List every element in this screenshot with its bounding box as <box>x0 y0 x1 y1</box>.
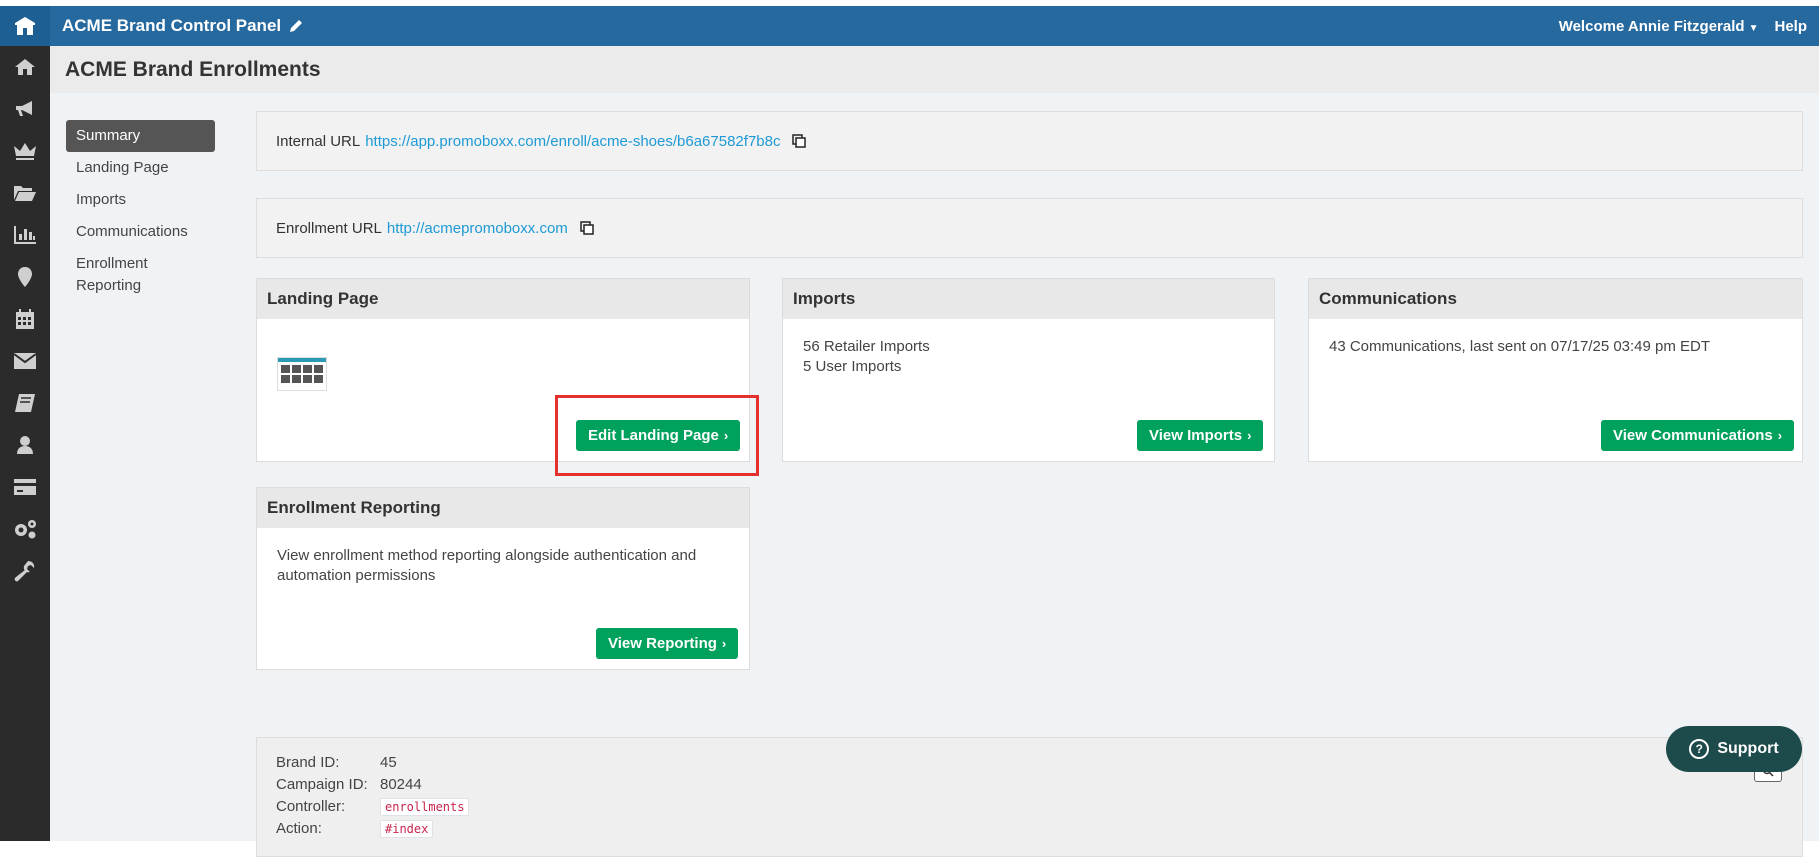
landing-page-thumbnail[interactable] <box>277 357 327 391</box>
card-title: Imports <box>783 279 1274 319</box>
wrench-icon[interactable] <box>0 550 50 592</box>
card-title: Communications <box>1309 279 1802 319</box>
brand-id-value: 45 <box>380 754 397 771</box>
sub-navigation: Summary Landing Page Imports Communicati… <box>66 120 216 302</box>
retailer-imports-count: 56 Retailer Imports <box>803 338 930 355</box>
action-value: #index <box>380 820 434 838</box>
enrollment-url-box: Enrollment URL http://acmepromoboxx.com <box>256 198 1803 258</box>
copy-icon[interactable] <box>792 134 807 148</box>
internal-url-link[interactable]: https://app.promoboxx.com/enroll/acme-sh… <box>365 133 780 150</box>
button-label: View Imports <box>1149 427 1243 444</box>
map-pin-icon[interactable] <box>0 256 50 298</box>
reporting-description: View enrollment method reporting alongsi… <box>277 547 697 584</box>
brand-id-label: Brand ID: <box>276 754 340 771</box>
action-label: Action: <box>276 820 322 837</box>
user-imports-count: 5 User Imports <box>803 358 902 375</box>
internal-url-label: Internal URL <box>276 132 361 150</box>
bar-chart-icon[interactable] <box>0 214 50 256</box>
gears-icon[interactable] <box>0 508 50 550</box>
enrollment-url-link[interactable]: http://acmepromoboxx.com <box>387 220 568 237</box>
book-icon[interactable] <box>0 382 50 424</box>
support-button[interactable]: ? Support <box>1666 726 1802 772</box>
button-label: View Reporting <box>608 635 717 652</box>
folder-open-icon[interactable] <box>0 172 50 214</box>
icon-sidebar <box>0 6 50 841</box>
highlight-box <box>555 395 759 476</box>
caret-down-icon: ▼ <box>1748 22 1759 34</box>
chevron-right-icon: › <box>1777 428 1783 443</box>
view-reporting-button[interactable]: View Reporting › <box>596 628 739 659</box>
campaign-id-label: Campaign ID: <box>276 776 368 793</box>
controller-row: Controller: enrollments <box>276 798 470 816</box>
campaign-id-row: Campaign ID: 80244 <box>276 776 422 793</box>
question-circle-icon: ? <box>1689 739 1710 759</box>
envelope-icon[interactable] <box>0 340 50 382</box>
communications-summary: 43 Communications, last sent on 07/17/25… <box>1329 338 1711 355</box>
enrollment-reporting-card: Enrollment Reporting View enrollment met… <box>256 487 750 670</box>
logo-icon[interactable] <box>0 6 50 46</box>
button-label: View Communications <box>1613 427 1773 444</box>
subnav-item-imports[interactable]: Imports <box>66 184 216 216</box>
brand-id-row: Brand ID: 45 <box>276 754 397 771</box>
subnav-item-communications[interactable]: Communications <box>66 216 216 248</box>
welcome-text: Welcome Annie Fitzgerald <box>1558 17 1745 35</box>
help-link[interactable]: Help <box>1774 18 1807 35</box>
calendar-icon[interactable] <box>0 298 50 340</box>
view-imports-button[interactable]: View Imports › <box>1137 420 1264 451</box>
view-communications-button[interactable]: View Communications › <box>1601 420 1795 451</box>
subnav-item-summary[interactable]: Summary <box>66 120 215 152</box>
controller-value: enrollments <box>380 798 470 816</box>
credit-card-icon[interactable] <box>0 466 50 508</box>
pencil-icon[interactable] <box>289 19 303 33</box>
main-content: Summary Landing Page Imports Communicati… <box>50 93 1819 841</box>
action-row: Action: #index <box>276 820 434 838</box>
imports-card: Imports 56 Retailer Imports 5 User Impor… <box>782 278 1275 462</box>
chevron-right-icon: › <box>1247 428 1252 443</box>
subnav-item-enrollment-reporting[interactable]: Enrollment Reporting <box>66 248 186 302</box>
card-title: Enrollment Reporting <box>257 488 749 528</box>
page-title: ACME Brand Enrollments <box>50 46 1819 93</box>
megaphone-icon[interactable] <box>0 88 50 130</box>
debug-info-box: Brand ID: 45 Campaign ID: 80244 Controll… <box>256 737 1803 857</box>
internal-url-box: Internal URL https://app.promoboxx.com/e… <box>256 111 1803 171</box>
user-menu[interactable]: Welcome Annie Fitzgerald ▼ <box>1559 18 1759 35</box>
enrollment-url-label: Enrollment URL <box>276 219 382 237</box>
copy-icon[interactable] <box>580 221 594 235</box>
support-label: Support <box>1717 740 1779 757</box>
communications-card: Communications 43 Communications, last s… <box>1308 278 1803 462</box>
subnav-item-landing-page[interactable]: Landing Page <box>66 152 216 184</box>
campaign-id-value: 80244 <box>380 776 422 793</box>
card-title: Landing Page <box>257 279 749 319</box>
app-title[interactable]: ACME Brand Control Panel <box>62 16 281 36</box>
home-icon[interactable] <box>0 46 50 88</box>
user-icon[interactable] <box>0 424 50 466</box>
chevron-right-icon: › <box>721 636 727 651</box>
controller-label: Controller: <box>276 798 346 815</box>
crown-icon[interactable] <box>0 130 50 172</box>
top-navbar: ACME Brand Control Panel Welcome Annie F… <box>50 6 1819 46</box>
